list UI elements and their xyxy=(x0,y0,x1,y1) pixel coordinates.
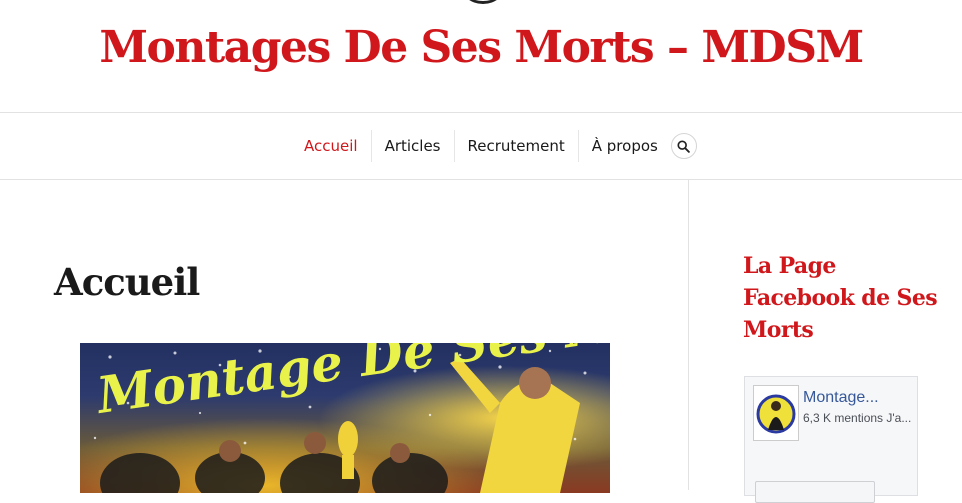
search-button[interactable] xyxy=(670,133,697,159)
hero-banner-image: Montage De Ses Morts xyxy=(80,343,610,493)
nav-item-accueil[interactable]: Accueil xyxy=(291,130,372,162)
search-icon xyxy=(677,139,691,153)
facebook-likes-count: 6,3 K mentions J'a... xyxy=(803,411,912,425)
avatar-image xyxy=(754,386,798,440)
main-navigation: Accueil Articles Recrutement À propos xyxy=(0,113,962,180)
sidebar-divider xyxy=(688,180,689,490)
facebook-widget-title: La Page Facebook de Ses Morts xyxy=(743,253,938,343)
facebook-page-plugin[interactable]: Montage... 6,3 K mentions J'a... xyxy=(744,376,918,503)
facebook-page-avatar[interactable] xyxy=(753,385,799,441)
site-title[interactable]: Montages De Ses Morts – MDSM xyxy=(0,18,962,78)
nav-item-recrutement[interactable]: Recrutement xyxy=(455,130,579,162)
nav-item-articles[interactable]: Articles xyxy=(372,130,455,162)
facebook-page-name[interactable]: Montage... xyxy=(803,389,879,407)
facebook-like-button[interactable] xyxy=(755,481,875,503)
main-content: Accueil Montage De xyxy=(0,180,688,493)
hero-banner-graphic: Montage De Ses Morts xyxy=(80,343,610,493)
site-header: Montages De Ses Morts – MDSM xyxy=(0,0,962,113)
header-logo-arc xyxy=(460,0,506,4)
page-title: Accueil xyxy=(54,260,200,304)
nav-item-a-propos[interactable]: À propos xyxy=(579,130,671,162)
